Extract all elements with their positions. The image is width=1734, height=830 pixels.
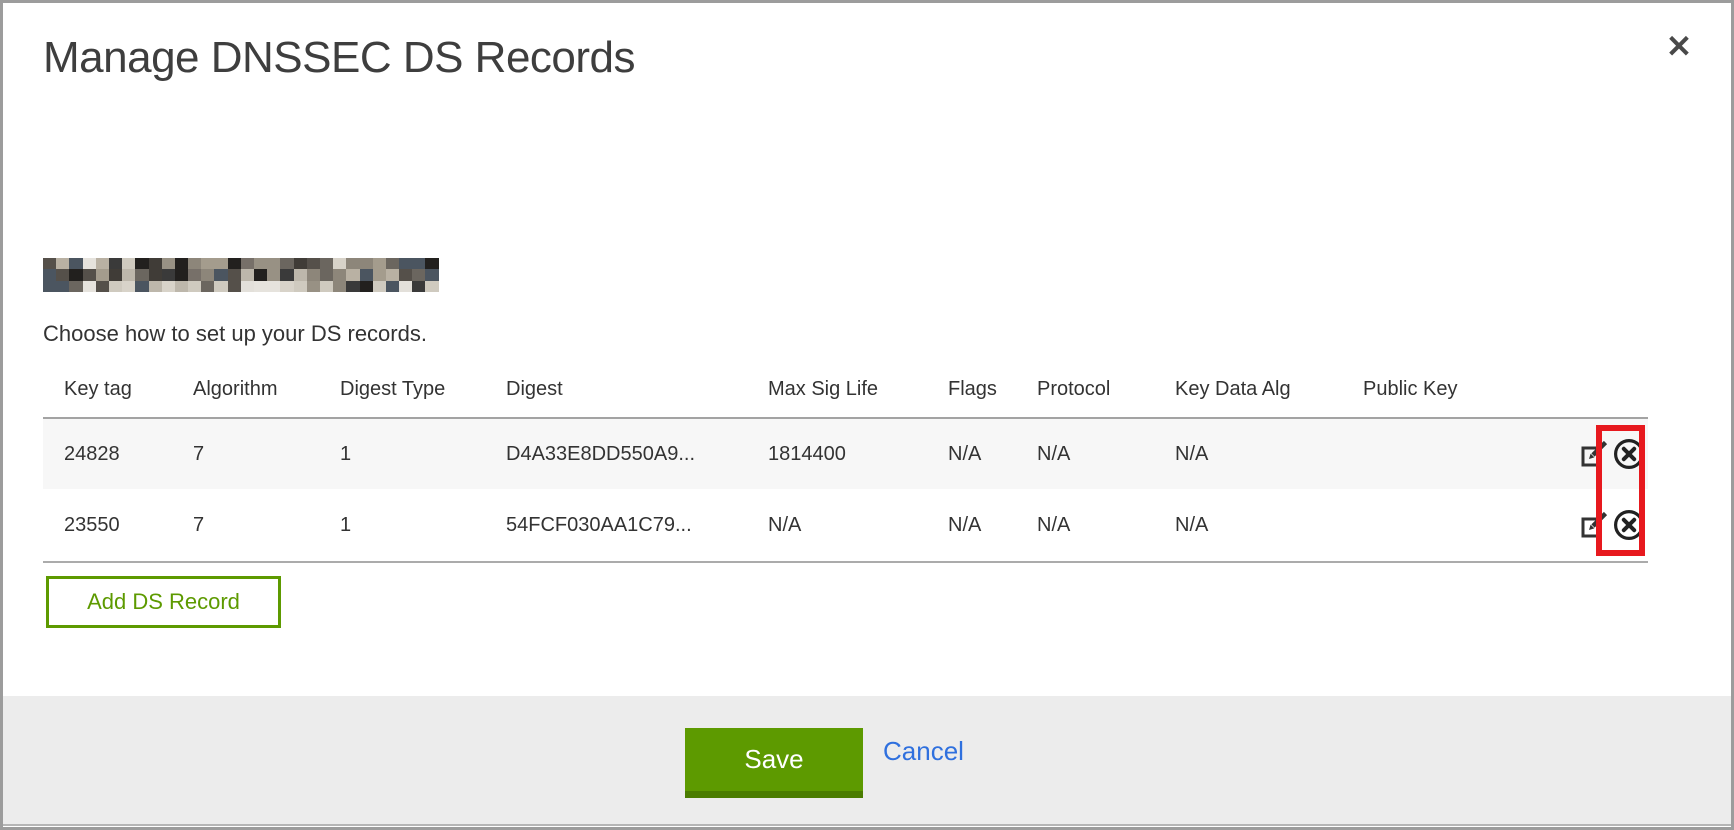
cell-algorithm: 7: [193, 418, 340, 489]
table-header-row: Key tag Algorithm Digest Type Digest Max…: [43, 361, 1648, 418]
cell-key-data-alg: N/A: [1175, 418, 1363, 489]
cancel-link[interactable]: Cancel: [883, 736, 964, 767]
manage-dnssec-modal: Manage DNSSEC DS Records ✕ Choose how to…: [0, 0, 1734, 830]
cell-algorithm: 7: [193, 489, 340, 562]
col-header-max-sig-life: Max Sig Life: [768, 361, 948, 418]
col-header-flags: Flags: [948, 361, 1037, 418]
cell-key-tag: 23550: [43, 489, 193, 562]
save-button[interactable]: Save: [685, 728, 863, 798]
edit-icon: [1579, 439, 1609, 469]
cell-protocol: N/A: [1037, 489, 1175, 562]
col-header-digest: Digest: [506, 361, 768, 418]
table-row: 23550 7 1 54FCF030AA1C79... N/A N/A N/A …: [43, 489, 1648, 562]
cell-max-sig-life: N/A: [768, 489, 948, 562]
cell-actions: [1548, 418, 1648, 489]
cell-digest: D4A33E8DD550A9...: [506, 418, 768, 489]
cell-key-tag: 24828: [43, 418, 193, 489]
col-header-public-key: Public Key: [1363, 361, 1548, 418]
delete-icon: [1612, 508, 1646, 542]
cell-public-key: [1363, 489, 1548, 562]
col-header-digest-type: Digest Type: [340, 361, 506, 418]
cell-key-data-alg: N/A: [1175, 489, 1363, 562]
col-header-key-tag: Key tag: [43, 361, 193, 418]
cell-actions: [1548, 489, 1648, 562]
col-header-actions: [1548, 361, 1648, 418]
delete-record-button[interactable]: [1612, 508, 1646, 542]
table-row: 24828 7 1 D4A33E8DD550A9... 1814400 N/A …: [43, 418, 1648, 489]
instruction-text: Choose how to set up your DS records.: [43, 321, 427, 347]
col-header-protocol: Protocol: [1037, 361, 1175, 418]
cell-protocol: N/A: [1037, 418, 1175, 489]
cell-max-sig-life: 1814400: [768, 418, 948, 489]
ds-records-table: Key tag Algorithm Digest Type Digest Max…: [43, 361, 1648, 563]
edit-icon: [1579, 510, 1609, 540]
col-header-key-data-alg: Key Data Alg: [1175, 361, 1363, 418]
cell-digest-type: 1: [340, 489, 506, 562]
cell-public-key: [1363, 418, 1548, 489]
col-header-algorithm: Algorithm: [193, 361, 340, 418]
add-ds-record-button[interactable]: Add DS Record: [46, 576, 281, 628]
cell-flags: N/A: [948, 418, 1037, 489]
cell-flags: N/A: [948, 489, 1037, 562]
cell-digest-type: 1: [340, 418, 506, 489]
cell-digest: 54FCF030AA1C79...: [506, 489, 768, 562]
modal-footer: Save Cancel: [3, 696, 1731, 826]
delete-record-button[interactable]: [1612, 437, 1646, 471]
edit-record-button[interactable]: [1579, 439, 1609, 469]
edit-record-button[interactable]: [1579, 510, 1609, 540]
modal-title: Manage DNSSEC DS Records: [43, 33, 635, 83]
close-button[interactable]: ✕: [1657, 25, 1701, 69]
close-icon: ✕: [1666, 29, 1692, 64]
delete-icon: [1612, 437, 1646, 471]
redacted-domain: [43, 258, 439, 292]
